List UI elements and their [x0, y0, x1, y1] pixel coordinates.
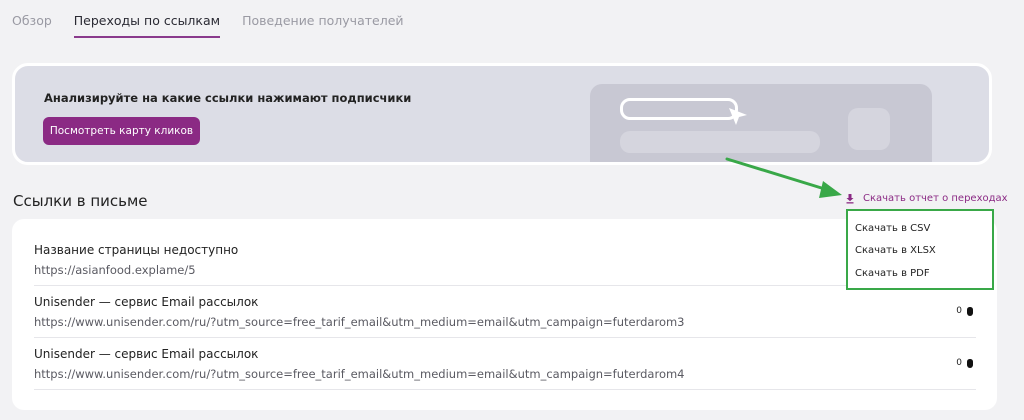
row-divider: [34, 285, 976, 286]
illustration-square: [848, 108, 890, 150]
banner-text: Анализируйте на какие ссылки нажимают по…: [44, 91, 412, 105]
link-url[interactable]: https://www.unisender.com/ru/?utm_source…: [34, 367, 976, 381]
list-item[interactable]: Название страницы недоступно https://asi…: [34, 243, 976, 277]
tab-recipient-behavior[interactable]: Поведение получателей: [242, 13, 403, 38]
download-report-label: Скачать отчет о переходах: [863, 193, 1008, 204]
download-report-link[interactable]: Скачать отчет о переходах: [845, 193, 1008, 204]
tab-bar: Обзор Переходы по ссылкам Поведение полу…: [12, 13, 404, 38]
row-divider: [34, 337, 976, 338]
illustration-pill: [620, 131, 820, 153]
tab-link-clicks[interactable]: Переходы по ссылкам: [73, 13, 221, 38]
list-item[interactable]: Unisender — сервис Email рассылок https:…: [34, 347, 976, 381]
click-count-value: 0: [956, 358, 962, 368]
row-divider: [34, 389, 976, 390]
view-click-map-button[interactable]: Посмотреть карту кликов: [43, 117, 200, 145]
mouse-icon: [967, 358, 973, 368]
link-title: Unisender — сервис Email рассылок: [34, 347, 259, 361]
download-icon: [846, 193, 854, 203]
click-count: 0: [956, 358, 973, 368]
download-format-menu: Скачать в CSV Скачать в XLSX Скачать в P…: [846, 209, 994, 290]
list-item[interactable]: Unisender — сервис Email рассылок https:…: [34, 295, 976, 329]
download-csv-option[interactable]: Скачать в CSV: [855, 223, 930, 234]
cursor-icon: [729, 108, 747, 125]
link-url[interactable]: https://asianfood.explame/5: [34, 263, 976, 277]
click-count: 0: [956, 306, 973, 316]
illustration-pill: [620, 98, 738, 120]
click-map-banner: Анализируйте на какие ссылки нажимают по…: [12, 63, 992, 165]
download-pdf-option[interactable]: Скачать в PDF: [855, 268, 930, 279]
banner-illustration: [590, 84, 932, 162]
mouse-icon: [967, 306, 973, 316]
tab-overview[interactable]: Обзор: [12, 13, 52, 38]
link-title: Название страницы недоступно: [34, 243, 239, 257]
click-count-value: 0: [956, 306, 962, 316]
section-title: Ссылки в письме: [13, 192, 148, 210]
link-title: Unisender — сервис Email рассылок: [34, 295, 259, 309]
download-xlsx-option[interactable]: Скачать в XLSX: [855, 245, 936, 256]
link-url[interactable]: https://www.unisender.com/ru/?utm_source…: [34, 315, 976, 329]
